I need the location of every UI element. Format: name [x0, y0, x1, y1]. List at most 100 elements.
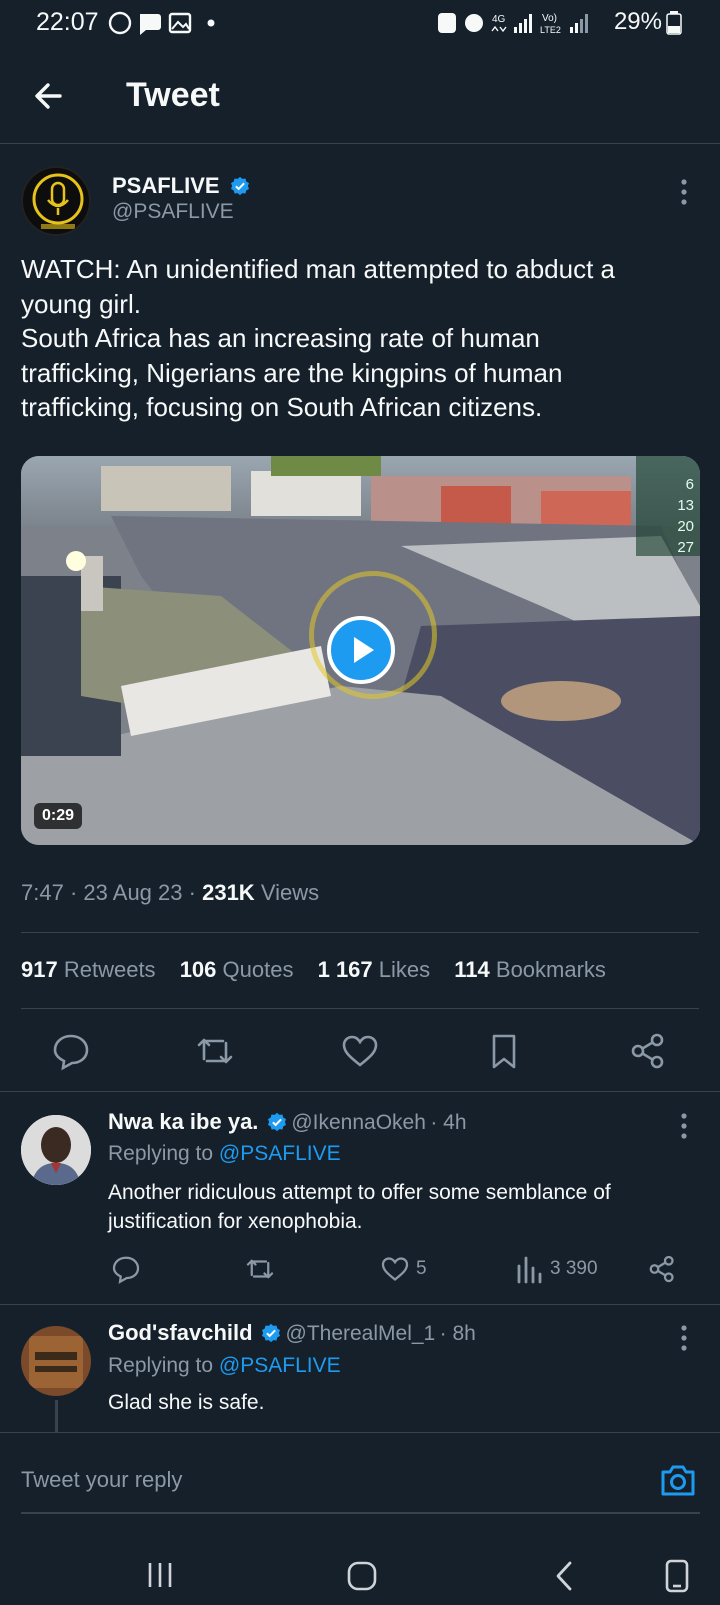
reply-icon[interactable] [111, 1254, 141, 1284]
replying-to-label: Replying to [108, 1354, 214, 1377]
reply-header: Nwa ka ibe ya. @IkennaOkeh · 4h [108, 1109, 467, 1135]
author-name-text: PSAFLIVE [112, 173, 220, 198]
verified-badge-icon [262, 1323, 281, 1343]
recent-apps-icon[interactable] [145, 1560, 175, 1590]
replying-to: Replying to @PSAFLIVE [108, 1142, 341, 1166]
quotes-stat[interactable]: 106 Quotes [180, 957, 294, 982]
reply-text: Another ridiculous attempt to offer some… [108, 1178, 668, 1236]
video-overlay-strip: 6 13 20 27 [636, 456, 700, 556]
header-divider [0, 143, 720, 144]
reply-author-name[interactable]: Nwa ka ibe ya. [108, 1109, 258, 1134]
video-duration: 0:29 [34, 803, 83, 829]
signal-icon [514, 27, 517, 33]
replying-to-label: Replying to [108, 1142, 214, 1165]
more-options-icon[interactable] [672, 1110, 696, 1142]
bookmark-icon[interactable] [484, 1031, 524, 1071]
views-count: 231K [202, 880, 255, 905]
reply-age: · 4h [430, 1111, 467, 1134]
verified-badge-icon [230, 176, 249, 196]
views-label: Views [260, 880, 320, 905]
video-player[interactable]: 6 13 20 27 0:29 [21, 456, 700, 845]
share-icon[interactable] [647, 1254, 677, 1284]
whatsapp-icon [108, 11, 132, 35]
battery-icon [666, 11, 682, 35]
overlay-number: 20 [677, 518, 694, 535]
chat-icon [140, 14, 161, 35]
bookmarks-stat[interactable]: 114 Bookmarks [454, 957, 606, 982]
reply-avatar[interactable] [21, 1115, 91, 1185]
system-nav-bar [0, 1520, 720, 1605]
arrow-left-icon[interactable] [30, 76, 70, 116]
reply-author-name[interactable]: God'sfavchild [108, 1320, 253, 1345]
status-bar: 22:07 4G Vo) LTE2 29% [0, 0, 720, 48]
tweet-time: 7:47 [21, 880, 64, 905]
tweet-text-line: young girl. [21, 288, 141, 319]
play-button[interactable] [327, 616, 395, 684]
retweet-icon[interactable] [195, 1031, 235, 1071]
overlay-number: 6 [685, 476, 694, 493]
reply-text-line: justification for xenophobia. [108, 1210, 363, 1233]
retweets-stat[interactable]: 917 Retweets [21, 957, 156, 982]
reply-author-handle: @IkennaOkeh [291, 1111, 426, 1134]
reply-header: God'sfavchild @TherealMel_1 · 8h [108, 1320, 476, 1346]
svg-text:LTE2: LTE2 [540, 25, 561, 35]
tweet-text-line: trafficking, Nigerians are the kingpins … [21, 357, 563, 388]
overlay-number: 13 [677, 497, 694, 514]
replying-to-link[interactable]: @PSAFLIVE [219, 1142, 341, 1165]
verified-badge-icon [267, 1112, 286, 1132]
more-options-icon[interactable] [672, 176, 696, 208]
home-icon[interactable] [346, 1560, 378, 1592]
separator: · [188, 880, 196, 905]
retweet-icon[interactable] [245, 1254, 275, 1284]
views-icon [517, 1256, 542, 1284]
like-icon[interactable] [340, 1031, 380, 1071]
actions-divider [0, 1091, 720, 1092]
tweet-text: WATCH: An unidentified man attempted to … [21, 252, 701, 425]
author-name[interactable]: PSAFLIVE [112, 173, 250, 199]
like-icon [381, 1257, 409, 1281]
battery-percent: 29% [613, 8, 662, 35]
svg-text:Vo): Vo) [542, 13, 557, 24]
overlay-number: 27 [677, 539, 694, 556]
alarm-icon [465, 14, 483, 32]
reply-text: Glad she is safe. [108, 1388, 668, 1417]
status-time: 22:07 [36, 8, 99, 36]
thread-line [55, 1400, 58, 1432]
input-underline [21, 1512, 700, 1514]
more-options-icon[interactable] [672, 1322, 696, 1354]
screen-icon[interactable] [664, 1558, 690, 1594]
avatar[interactable] [21, 166, 91, 236]
notification-icons [108, 11, 215, 35]
reply-age: · 8h [439, 1322, 476, 1345]
play-icon [354, 637, 374, 663]
like-count: 5 [416, 1258, 427, 1279]
camera-icon[interactable] [658, 1460, 698, 1500]
tweet-date: 23 Aug 23 [83, 880, 183, 905]
page-title: Tweet [126, 76, 220, 114]
reply-icon[interactable] [51, 1031, 91, 1071]
reply-author-handle: @TherealMel_1 [285, 1322, 436, 1345]
reply-actions: 5 3 390 [108, 1252, 678, 1288]
replying-to-link[interactable]: @PSAFLIVE [219, 1354, 341, 1377]
svg-text:4G: 4G [492, 14, 506, 25]
share-icon[interactable] [628, 1031, 668, 1071]
separator: · [69, 880, 78, 905]
lock-icon [438, 13, 456, 33]
tweet-meta: 7:47 · 23 Aug 23 · 231K Views [21, 880, 319, 906]
dot-icon [207, 19, 215, 27]
back-nav-icon[interactable] [552, 1560, 576, 1592]
reply-text-line: Another ridiculous attempt to offer some… [108, 1181, 611, 1204]
replying-to: Replying to @PSAFLIVE [108, 1354, 341, 1378]
system-icons: 4G Vo) LTE2 [438, 13, 588, 35]
reply-avatar[interactable] [21, 1326, 91, 1396]
meta-divider [21, 932, 699, 933]
reply-like[interactable]: 5 [380, 1254, 427, 1284]
reply-views[interactable]: 3 390 [516, 1254, 598, 1284]
reply-divider [0, 1304, 720, 1305]
tweet-text-line: South Africa has an increasing rate of h… [21, 323, 540, 353]
reply-input[interactable]: Tweet your reply [21, 1467, 182, 1493]
tweet-text-line: WATCH: An unidentified man attempted to … [21, 254, 615, 284]
reply-text-line: Glad she is safe. [108, 1391, 265, 1414]
likes-stat[interactable]: 1 167 Likes [318, 957, 431, 982]
author-handle: @PSAFLIVE [112, 200, 234, 223]
